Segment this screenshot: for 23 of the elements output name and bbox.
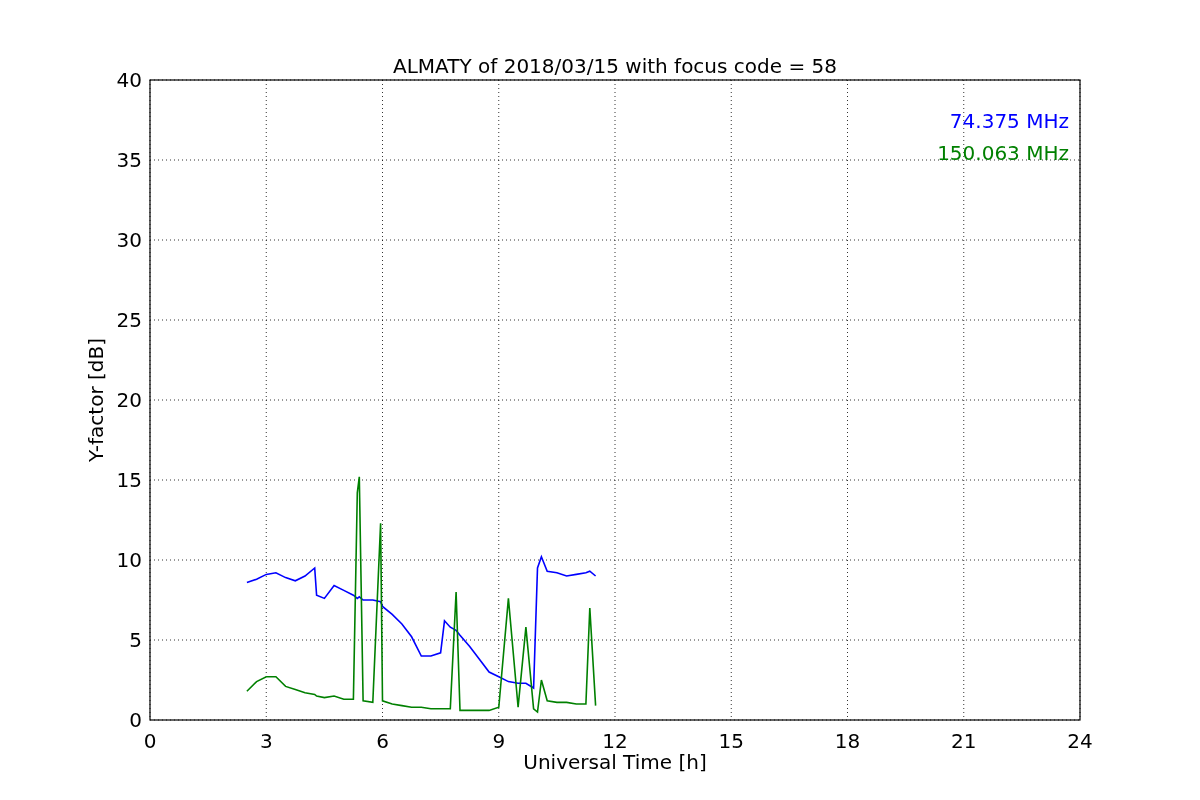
x-tick-label: 21 bbox=[951, 729, 977, 753]
y-tick-label: 40 bbox=[116, 68, 142, 92]
x-tick-label: 9 bbox=[492, 729, 506, 753]
y-tick-label: 10 bbox=[116, 548, 142, 572]
x-tick-label: 24 bbox=[1067, 729, 1093, 753]
y-tick-label: 30 bbox=[116, 228, 142, 252]
chart-title: ALMATY of 2018/03/15 with focus code = 58 bbox=[393, 54, 837, 78]
legend-label: 150.063 MHz bbox=[937, 141, 1069, 165]
x-tick-label: 15 bbox=[718, 729, 744, 753]
y-tick-label: 25 bbox=[116, 308, 142, 332]
x-tick-label: 12 bbox=[602, 729, 628, 753]
y-axis-label: Y-factor [dB] bbox=[84, 338, 108, 462]
y-tick-label: 0 bbox=[129, 708, 142, 732]
x-tick-label: 3 bbox=[259, 729, 273, 753]
x-axis-label: Universal Time [h] bbox=[523, 750, 707, 774]
x-tick-label: 6 bbox=[376, 729, 389, 753]
y-tick-label: 35 bbox=[116, 148, 142, 172]
x-tick-label: 18 bbox=[834, 729, 861, 753]
y-tick-label: 20 bbox=[116, 388, 142, 412]
y-tick-label: 5 bbox=[129, 628, 142, 652]
legend-label: 74.375 MHz bbox=[949, 109, 1069, 133]
x-tick-label: 0 bbox=[143, 729, 157, 753]
y-tick-label: 15 bbox=[116, 468, 142, 492]
